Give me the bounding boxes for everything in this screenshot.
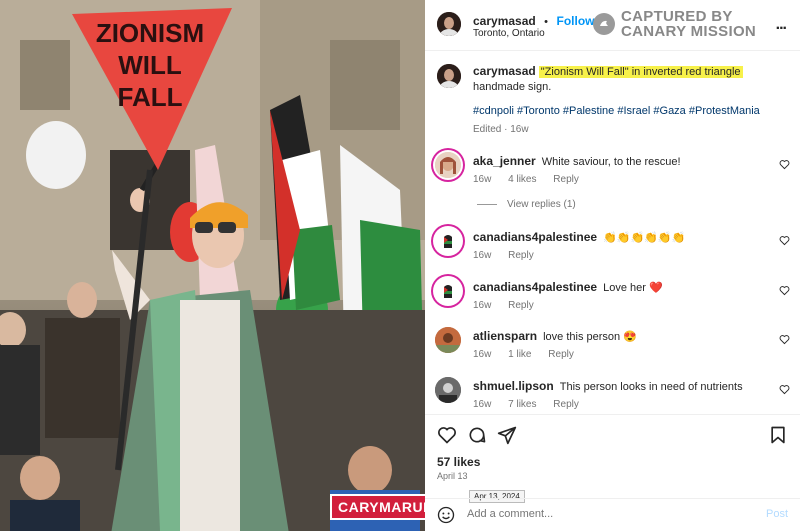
follow-button[interactable]: Follow [556,14,594,28]
caption-highlight: "Zionism Will Fall" in inverted red tria… [538,66,743,78]
heart-icon[interactable] [779,159,790,170]
action-bar [425,414,800,445]
heart-icon[interactable] [779,334,790,345]
reply-button[interactable]: Reply [548,349,574,360]
sign-line-1: ZIONISM [96,18,204,48]
add-comment-input[interactable] [465,507,729,521]
canary-line-1: CAPTURED BY [621,8,733,25]
commenter-username[interactable]: atliensparn [473,329,537,343]
comment-likes[interactable]: 7 likes [508,399,536,410]
reply-button[interactable]: Reply [508,250,534,261]
comment-time: 16w [473,399,492,410]
photo-watermark: CARYMARULES [330,494,425,520]
comment-text: This person looks in need of nutrients [559,381,743,393]
likes-count[interactable]: 57 likes [437,455,480,469]
comment-likes[interactable]: 1 like [508,349,531,360]
view-replies-button[interactable]: View replies (1) [477,199,576,210]
view-replies-label: View replies (1) [507,199,576,210]
post-comment-button[interactable]: Post [766,508,788,520]
comment-icon[interactable] [467,425,487,445]
post-header: carymasad • Follow Toronto, Ontario CAPT… [425,0,800,51]
heart-icon[interactable] [779,285,790,296]
comment-time: 16w [473,349,492,360]
reply-button[interactable]: Reply [553,399,579,410]
photo-scene: ZIONISM WILL FALL [0,0,425,531]
canary-line-2: CANARY MISSION [621,23,757,40]
comment-time: 16w [473,300,492,311]
canary-logo-icon [593,13,615,35]
replies-divider [477,203,497,205]
commenter-avatar[interactable] [435,278,461,304]
commenter-avatar[interactable] [435,327,461,353]
comment-text: Love her ❤️ [603,282,663,294]
reply-button[interactable]: Reply [508,300,534,311]
post-panel: carymasad • Follow Toronto, Ontario CAPT… [425,0,800,531]
add-comment-bar: Post [425,498,800,532]
commenter-avatar[interactable] [435,228,461,254]
share-icon[interactable] [497,425,517,445]
comment-text: love this person 😍 [543,331,637,343]
post-date[interactable]: April 13 [437,471,468,481]
bookmark-icon[interactable] [768,425,788,445]
comment-time: 16w [473,250,492,261]
commenter-username[interactable]: canadians4palestinee [473,230,597,244]
caption-username[interactable]: carymasad [473,64,536,78]
post-location[interactable]: Toronto, Ontario [473,28,545,39]
comment-text: White saviour, to the rescue! [541,156,681,168]
sign-line-3: FALL [118,82,183,112]
caption-hashtags[interactable]: #cdnpoli #Toronto #Palestine #Israel #Ga… [473,105,760,117]
emoji-icon[interactable] [437,506,455,524]
comment-likes[interactable]: 4 likes [508,174,536,185]
commenter-username[interactable]: aka_jenner [473,154,536,168]
post-photo[interactable]: ZIONISM WILL FALL CARYMARULES [0,0,425,531]
comment-time: 16w [473,174,492,185]
commenter-avatar[interactable] [435,377,461,403]
canary-mission-stamp: CAPTURED BY CANARY MISSION [593,9,756,39]
more-icon[interactable]: ... [776,16,787,34]
sign-line-2: WILL [118,50,182,80]
heart-icon[interactable] [779,384,790,395]
header-separator: • [544,16,549,28]
commenter-username[interactable]: shmuel.lipson [473,379,554,393]
caption-text: handmade sign. [473,81,552,93]
post-caption: carymasad "Zionism Will Fall" in inverte… [473,64,783,95]
caption-avatar[interactable] [437,64,461,88]
caption-edited: Edited · 16w [473,124,529,135]
commenter-avatar[interactable] [435,152,461,178]
author-username[interactable]: carymasad [473,14,536,28]
reply-button[interactable]: Reply [553,174,579,185]
author-avatar[interactable] [437,12,461,36]
white-balloon [26,121,86,189]
commenter-username[interactable]: canadians4palestinee [473,280,597,294]
heart-icon[interactable] [437,425,457,445]
comment-text: 👏👏👏👏👏👏 [603,232,686,244]
heart-icon[interactable] [779,235,790,246]
